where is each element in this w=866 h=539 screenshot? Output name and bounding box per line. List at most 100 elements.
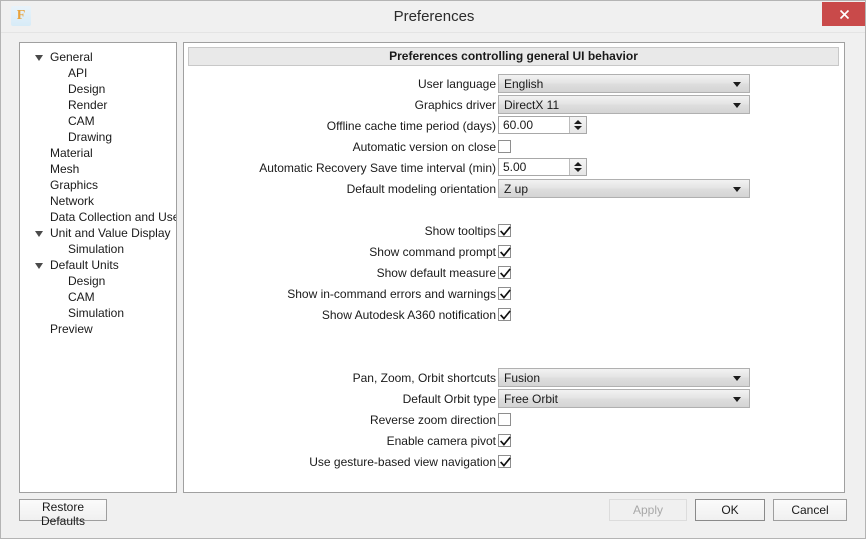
form-row: User language English bbox=[184, 74, 846, 95]
form-row: Offline cache time period (days) 60.00 bbox=[184, 116, 846, 137]
automatic-version-on-close-checkbox[interactable] bbox=[498, 140, 511, 153]
checkmark-icon bbox=[500, 457, 511, 467]
enable-camera-pivot-checkbox[interactable] bbox=[498, 434, 511, 447]
stepper-up-icon[interactable] bbox=[574, 162, 582, 166]
checkmark-icon bbox=[500, 247, 511, 257]
apply-button: Apply bbox=[609, 499, 687, 521]
sidebar-item-label: Render bbox=[68, 98, 108, 112]
show-autodesk-a360-notification-checkbox[interactable] bbox=[498, 308, 511, 321]
sidebar-item-design[interactable]: Design bbox=[20, 81, 176, 97]
chevron-down-icon[interactable] bbox=[733, 82, 741, 87]
field-label: Automatic version on close bbox=[352, 140, 496, 154]
automatic-recovery-save-time-interval-min-stepper[interactable]: 5.00 bbox=[498, 158, 587, 176]
form-spacer bbox=[184, 326, 846, 347]
select-value: Fusion bbox=[504, 371, 541, 385]
sidebar-item-mesh[interactable]: Mesh bbox=[20, 161, 176, 177]
sidebar-item-cam[interactable]: CAM bbox=[20, 289, 176, 305]
sidebar-item-drawing[interactable]: Drawing bbox=[20, 129, 176, 145]
close-button[interactable] bbox=[822, 2, 865, 26]
chevron-down-icon[interactable] bbox=[733, 187, 741, 192]
sidebar-item-label: Graphics bbox=[50, 178, 99, 192]
checkmark-icon bbox=[500, 436, 511, 446]
field-label: Offline cache time period (days) bbox=[326, 119, 496, 133]
show-in-command-errors-and-warnings-checkbox[interactable] bbox=[498, 287, 511, 300]
user-language-select[interactable]: English bbox=[498, 74, 750, 93]
ok-button[interactable]: OK bbox=[695, 499, 765, 521]
preferences-category-tree[interactable]: General API Design Render CAM Drawing Material… bbox=[19, 42, 177, 493]
sidebar-item-simulation[interactable]: Simulation bbox=[20, 241, 176, 257]
field-label: Default modeling orientation bbox=[346, 182, 496, 196]
show-default-measure-checkbox[interactable] bbox=[498, 266, 511, 279]
checkmark-icon bbox=[500, 289, 511, 299]
default-orbit-type-select[interactable]: Free Orbit bbox=[498, 389, 750, 408]
field-label: Automatic Recovery Save time interval (m… bbox=[259, 161, 496, 175]
sidebar-item-simulation[interactable]: Simulation bbox=[20, 305, 176, 321]
form-row: Automatic Recovery Save time interval (m… bbox=[184, 158, 846, 179]
graphics-driver-select[interactable]: DirectX 11 bbox=[498, 95, 750, 114]
field-wrapper: DirectX 11 bbox=[498, 95, 750, 114]
sidebar-item-label: Design bbox=[68, 274, 106, 288]
sidebar-item-data-collection-and-use[interactable]: Data Collection and Use bbox=[20, 209, 176, 225]
field-wrapper bbox=[498, 284, 511, 300]
close-icon bbox=[839, 9, 849, 19]
use-gesture-based-view-navigation-checkbox[interactable] bbox=[498, 455, 511, 468]
form-row: Pan, Zoom, Orbit shortcuts Fusion bbox=[184, 368, 846, 389]
sidebar-item-label: Unit and Value Display bbox=[50, 226, 171, 240]
chevron-down-icon[interactable] bbox=[733, 397, 741, 402]
chevron-down-icon[interactable] bbox=[733, 103, 741, 108]
form-row: Show Autodesk A360 notification bbox=[184, 305, 846, 326]
field-wrapper: Z up bbox=[498, 179, 750, 198]
preferences-window: F Preferences General API Design Render CAM D… bbox=[0, 0, 866, 539]
sidebar-item-graphics[interactable]: Graphics bbox=[20, 177, 176, 193]
cancel-button[interactable]: Cancel bbox=[773, 499, 847, 521]
field-wrapper bbox=[498, 410, 511, 426]
sidebar-item-label: Mesh bbox=[50, 162, 80, 176]
sidebar-item-cam[interactable]: CAM bbox=[20, 113, 176, 129]
settings-form: User language English Graphics driver Direc… bbox=[184, 74, 846, 473]
sidebar-item-design[interactable]: Design bbox=[20, 273, 176, 289]
sidebar-item-render[interactable]: Render bbox=[20, 97, 176, 113]
form-row: Show in-command errors and warnings bbox=[184, 284, 846, 305]
field-wrapper: Free Orbit bbox=[498, 389, 750, 408]
field-label: Show in-command errors and warnings bbox=[287, 287, 496, 301]
field-label: Show command prompt bbox=[369, 245, 496, 259]
chevron-down-icon[interactable] bbox=[35, 231, 43, 237]
chevron-down-icon[interactable] bbox=[35, 263, 43, 269]
stepper-value: 60.00 bbox=[503, 118, 534, 132]
stepper-down-icon[interactable] bbox=[574, 168, 582, 172]
stepper-buttons[interactable] bbox=[569, 159, 586, 175]
form-row: Graphics driver DirectX 11 bbox=[184, 95, 846, 116]
sidebar-item-label: Drawing bbox=[68, 130, 113, 144]
field-wrapper bbox=[498, 452, 511, 468]
dialog-footer: Restore Defaults Apply OK Cancel bbox=[1, 494, 865, 538]
sidebar-item-api[interactable]: API bbox=[20, 65, 176, 81]
field-label: Show default measure bbox=[376, 266, 496, 280]
pan-zoom-orbit-shortcuts-select[interactable]: Fusion bbox=[498, 368, 750, 387]
checkmark-icon bbox=[500, 226, 511, 236]
field-wrapper bbox=[498, 431, 511, 447]
field-wrapper bbox=[498, 137, 511, 153]
show-command-prompt-checkbox[interactable] bbox=[498, 245, 511, 258]
field-wrapper: Fusion bbox=[498, 368, 750, 387]
form-row: Show default measure bbox=[184, 263, 846, 284]
form-row: Reverse zoom direction bbox=[184, 410, 846, 431]
show-tooltips-checkbox[interactable] bbox=[498, 224, 511, 237]
sidebar-item-general[interactable]: General bbox=[20, 49, 176, 65]
sidebar-item-label: CAM bbox=[68, 114, 95, 128]
field-wrapper bbox=[498, 305, 511, 321]
sidebar-item-preview[interactable]: Preview bbox=[20, 321, 176, 337]
reverse-zoom-direction-checkbox[interactable] bbox=[498, 413, 511, 426]
restore-defaults-button[interactable]: Restore Defaults bbox=[19, 499, 107, 528]
stepper-buttons[interactable] bbox=[569, 117, 586, 133]
sidebar-item-default-units[interactable]: Default Units bbox=[20, 257, 176, 273]
sidebar-item-unit-and-value-display[interactable]: Unit and Value Display bbox=[20, 225, 176, 241]
chevron-down-icon[interactable] bbox=[733, 376, 741, 381]
sidebar-item-material[interactable]: Material bbox=[20, 145, 176, 161]
chevron-down-icon[interactable] bbox=[35, 55, 43, 61]
sidebar-item-network[interactable]: Network bbox=[20, 193, 176, 209]
field-label: Default Orbit type bbox=[402, 392, 496, 406]
offline-cache-time-period-days-stepper[interactable]: 60.00 bbox=[498, 116, 587, 134]
default-modeling-orientation-select[interactable]: Z up bbox=[498, 179, 750, 198]
stepper-down-icon[interactable] bbox=[574, 126, 582, 130]
stepper-up-icon[interactable] bbox=[574, 120, 582, 124]
